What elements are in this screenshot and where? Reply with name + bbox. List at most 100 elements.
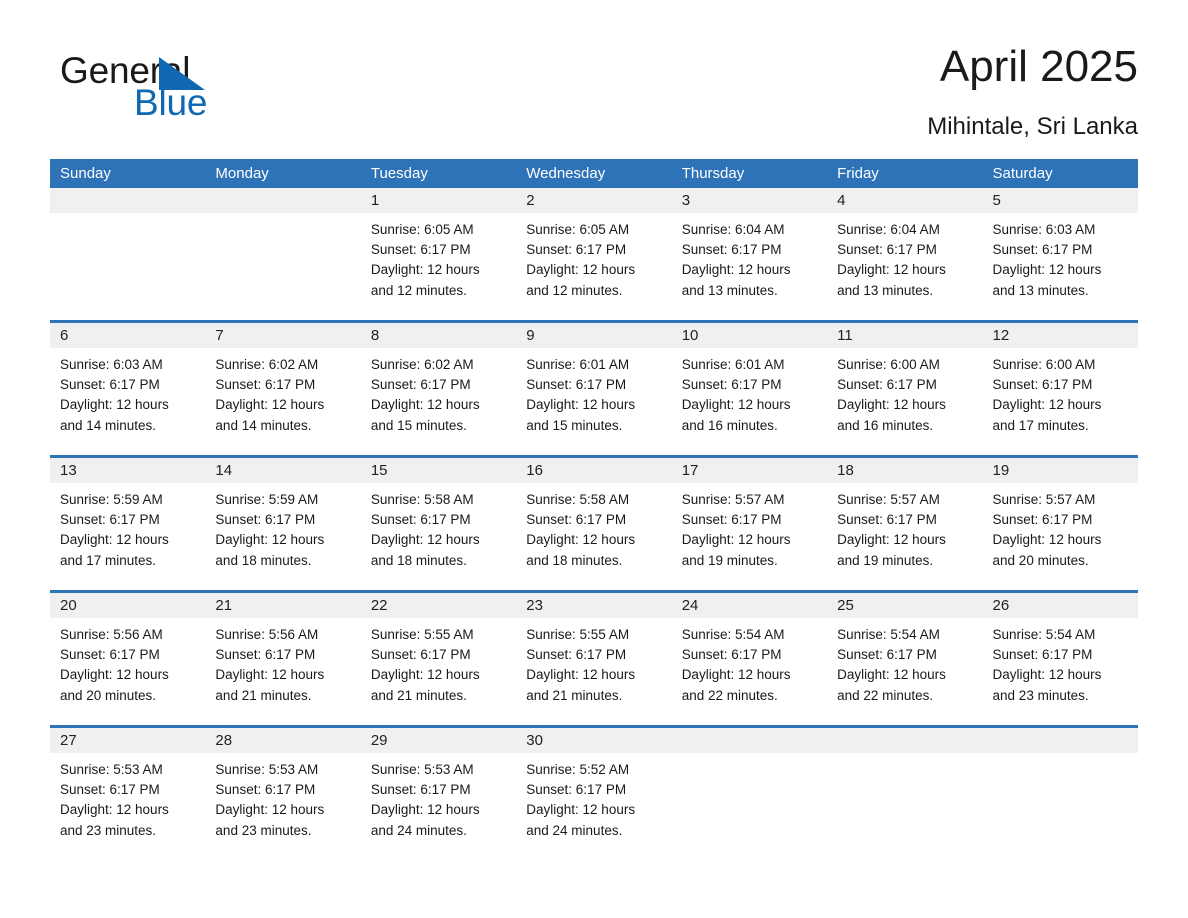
sunset-text: Sunset: 6:17 PM <box>681 377 782 393</box>
sunset-text: Sunset: 6:17 PM <box>992 242 1093 258</box>
day-details: Sunrise: 5:56 AM Sunset: 6:17 PM Daylight:… <box>50 618 205 706</box>
daylight-text-line1: Daylight: 12 hours <box>60 802 169 818</box>
day-number: 3 <box>681 192 691 209</box>
day-number: 5 <box>992 192 1001 209</box>
day-cell[interactable]: 24 Sunrise: 5:54 AM Sunset: 6:17 PM Dayligh… <box>671 593 828 725</box>
day-cell[interactable] <box>205 188 361 320</box>
sunset-text: Sunset: 6:17 PM <box>837 242 937 258</box>
daylight-text-line1: Daylight: 12 hours <box>681 532 791 548</box>
daylight-text-line1: Daylight: 12 hours <box>370 532 480 548</box>
day-cell[interactable]: 17 Sunrise: 5:57 AM Sunset: 6:17 PM Dayligh… <box>671 458 828 590</box>
calendar-week-row: 20 Sunrise: 5:56 AM Sunset: 6:17 PM Dayligh… <box>50 590 1138 725</box>
day-cell[interactable]: 6 Sunrise: 6:03 AM Sunset: 6:17 PM Daylight… <box>50 323 206 455</box>
sunrise-text: Sunrise: 5:56 AM <box>60 627 163 642</box>
day-cell[interactable]: 14 Sunrise: 5:59 AM Sunset: 6:17 PM Dayligh… <box>205 458 361 590</box>
sunrise-text: Sunrise: 6:05 AM <box>526 222 630 237</box>
weekday-header-wednesday: Wednesday <box>526 165 606 182</box>
day-cell[interactable]: 25 Sunrise: 5:54 AM Sunset: 6:17 PM Dayligh… <box>827 593 983 725</box>
day-number: 18 <box>837 462 854 479</box>
day-cell[interactable]: 10 Sunrise: 6:01 AM Sunset: 6:17 PM Dayligh… <box>671 323 828 455</box>
day-cell[interactable]: 8 Sunrise: 6:02 AM Sunset: 6:17 PM Daylight… <box>360 323 517 455</box>
day-cell[interactable]: 2 Sunrise: 6:05 AM Sunset: 6:17 PM Daylight… <box>516 188 672 320</box>
day-cell[interactable]: 4 Sunrise: 6:04 AM Sunset: 6:17 PM Daylight… <box>827 188 983 320</box>
daylight-text-line2: and 13 minutes. <box>992 282 1089 298</box>
daylight-text-line2: and 24 minutes. <box>370 822 467 838</box>
day-details: Sunrise: 6:04 AM Sunset: 6:17 PM Daylight:… <box>672 213 827 301</box>
day-number: 28 <box>215 732 233 749</box>
daylight-text-line1: Daylight: 12 hours <box>837 397 946 413</box>
day-cell[interactable]: 26 Sunrise: 5:54 AM Sunset: 6:17 PM Dayligh… <box>982 593 1138 725</box>
sunrise-text: Sunrise: 5:54 AM <box>837 627 940 642</box>
daylight-text-line1: Daylight: 12 hours <box>215 397 325 413</box>
sunset-text: Sunset: 6:17 PM <box>526 512 627 528</box>
sunset-text: Sunset: 6:17 PM <box>526 242 627 258</box>
day-number: 25 <box>837 597 854 614</box>
day-cell[interactable]: 30 Sunrise: 5:52 AM Sunset: 6:17 PM Dayligh… <box>516 728 672 858</box>
sunrise-text: Sunrise: 5:55 AM <box>370 627 474 642</box>
daylight-text-line1: Daylight: 12 hours <box>370 667 480 683</box>
daylight-text-line1: Daylight: 12 hours <box>681 397 791 413</box>
day-number-band: 24 <box>671 593 828 618</box>
day-cell[interactable]: 13 Sunrise: 5:59 AM Sunset: 6:17 PM Dayligh… <box>50 458 206 590</box>
day-cell[interactable]: 15 Sunrise: 5:58 AM Sunset: 6:17 PM Dayligh… <box>360 458 517 590</box>
sunset-text: Sunset: 6:17 PM <box>526 782 627 798</box>
day-cell[interactable] <box>50 188 206 320</box>
day-details: Sunrise: 5:53 AM Sunset: 6:17 PM Daylight:… <box>361 753 516 841</box>
sunrise-text: Sunrise: 5:58 AM <box>526 492 630 507</box>
day-details: Sunrise: 6:02 AM Sunset: 6:17 PM Daylight:… <box>361 348 516 436</box>
sunrise-text: Sunrise: 5:59 AM <box>60 492 163 507</box>
daylight-text-line1: Daylight: 12 hours <box>992 262 1102 278</box>
sunrise-text: Sunrise: 6:03 AM <box>60 357 163 372</box>
day-number-band: 16 <box>516 458 672 483</box>
day-number-band: 28 <box>205 728 361 753</box>
day-details: Sunrise: 5:56 AM Sunset: 6:17 PM Daylight:… <box>205 618 360 706</box>
daylight-text-line1: Daylight: 12 hours <box>215 802 325 818</box>
day-cell[interactable] <box>671 728 828 858</box>
day-details: Sunrise: 5:57 AM Sunset: 6:17 PM Daylight:… <box>827 483 982 571</box>
day-cell[interactable]: 21 Sunrise: 5:56 AM Sunset: 6:17 PM Dayligh… <box>205 593 361 725</box>
day-details: Sunrise: 6:04 AM Sunset: 6:17 PM Daylight:… <box>827 213 982 301</box>
day-number-band: 10 <box>671 323 828 348</box>
daylight-text-line1: Daylight: 12 hours <box>837 532 946 548</box>
general-blue-logo[interactable]: General Blue <box>60 51 320 131</box>
day-details <box>983 753 1138 760</box>
day-details <box>827 753 982 760</box>
daylight-text-line2: and 14 minutes. <box>215 417 312 433</box>
day-number: 13 <box>60 462 77 479</box>
day-cell[interactable]: 9 Sunrise: 6:01 AM Sunset: 6:17 PM Daylight… <box>516 323 672 455</box>
sunrise-text: Sunrise: 6:00 AM <box>837 357 940 372</box>
day-details: Sunrise: 5:59 AM Sunset: 6:17 PM Daylight:… <box>50 483 205 571</box>
day-cell[interactable]: 5 Sunrise: 6:03 AM Sunset: 6:17 PM Daylight… <box>982 188 1138 320</box>
daylight-text-line2: and 23 minutes. <box>992 687 1089 703</box>
day-cell[interactable]: 3 Sunrise: 6:04 AM Sunset: 6:17 PM Daylight… <box>671 188 828 320</box>
weekday-header-saturday: Saturday <box>992 165 1053 182</box>
daylight-text-line1: Daylight: 12 hours <box>681 667 791 683</box>
day-details <box>672 753 827 760</box>
day-cell[interactable]: 7 Sunrise: 6:02 AM Sunset: 6:17 PM Daylight… <box>205 323 361 455</box>
day-cell[interactable]: 27 Sunrise: 5:53 AM Sunset: 6:17 PM Dayligh… <box>50 728 206 858</box>
day-cell[interactable]: 16 Sunrise: 5:58 AM Sunset: 6:17 PM Dayligh… <box>516 458 672 590</box>
day-cell[interactable]: 12 Sunrise: 6:00 AM Sunset: 6:17 PM Dayligh… <box>982 323 1138 455</box>
day-cell[interactable] <box>827 728 983 858</box>
day-cell[interactable]: 11 Sunrise: 6:00 AM Sunset: 6:17 PM Dayligh… <box>827 323 983 455</box>
sunset-text: Sunset: 6:17 PM <box>837 377 937 393</box>
sunset-text: Sunset: 6:17 PM <box>60 647 160 663</box>
day-number-band: 5 <box>982 188 1138 213</box>
sunrise-text: Sunrise: 6:00 AM <box>992 357 1096 372</box>
day-cell[interactable]: 28 Sunrise: 5:53 AM Sunset: 6:17 PM Dayligh… <box>205 728 361 858</box>
day-cell[interactable]: 20 Sunrise: 5:56 AM Sunset: 6:17 PM Dayligh… <box>50 593 206 725</box>
day-cell[interactable] <box>982 728 1138 858</box>
sunrise-text: Sunrise: 6:03 AM <box>992 222 1096 237</box>
daylight-text-line2: and 15 minutes. <box>526 417 623 433</box>
day-cell[interactable]: 29 Sunrise: 5:53 AM Sunset: 6:17 PM Dayligh… <box>360 728 517 858</box>
daylight-text-line2: and 21 minutes. <box>215 687 312 703</box>
day-cell[interactable]: 1 Sunrise: 6:05 AM Sunset: 6:17 PM Daylight… <box>360 188 517 320</box>
day-cell[interactable]: 19 Sunrise: 5:57 AM Sunset: 6:17 PM Dayligh… <box>982 458 1138 590</box>
sunrise-text: Sunrise: 5:54 AM <box>681 627 785 642</box>
day-cell[interactable]: 18 Sunrise: 5:57 AM Sunset: 6:17 PM Dayligh… <box>827 458 983 590</box>
day-cell[interactable]: 23 Sunrise: 5:55 AM Sunset: 6:17 PM Dayligh… <box>516 593 672 725</box>
day-details: Sunrise: 5:54 AM Sunset: 6:17 PM Daylight:… <box>827 618 982 706</box>
day-cell[interactable]: 22 Sunrise: 5:55 AM Sunset: 6:17 PM Dayligh… <box>360 593 517 725</box>
daylight-text-line2: and 19 minutes. <box>681 552 778 568</box>
daylight-text-line2: and 16 minutes. <box>681 417 778 433</box>
